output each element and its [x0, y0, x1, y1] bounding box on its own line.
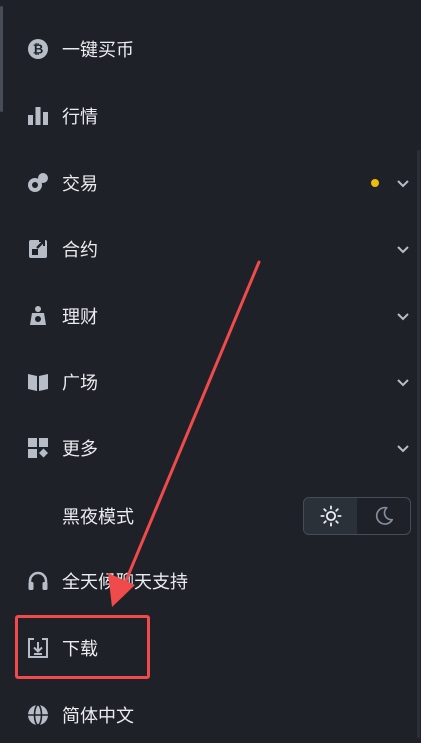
notification-dot	[371, 179, 379, 187]
menu-item-label: 全天候聊天支持	[62, 572, 188, 593]
menu-item-label: 更多	[62, 439, 98, 460]
menu-item-support[interactable]: 全天候聊天支持	[0, 553, 421, 609]
menu-item-language[interactable]: 简体中文	[0, 687, 421, 743]
svg-text:₿: ₿	[33, 43, 44, 58]
menu-item-square[interactable]: 广场	[0, 354, 421, 410]
chevron-down-icon[interactable]	[396, 375, 410, 389]
moon-icon	[375, 506, 393, 525]
light-mode-button[interactable]	[304, 498, 357, 534]
theme-toggle[interactable]	[303, 497, 411, 535]
globe-icon	[26, 703, 50, 727]
menu-item-label: 下载	[62, 639, 98, 660]
menu-item-earn[interactable]: 理财	[0, 288, 421, 344]
menu-item-label: 一键买币	[62, 40, 134, 61]
menu-item-download[interactable]: 下载	[0, 620, 421, 676]
bitcoin-icon: ₿	[26, 37, 50, 61]
menu-item-more[interactable]: 更多	[0, 420, 421, 476]
menu-item-label: 广场	[62, 373, 98, 394]
side-menu: ₿ 一键买币 行情 交易 合约 理财 广场 更多 黑夜模式 全天候聊天支持 下载…	[0, 0, 421, 738]
grid-icon	[26, 436, 50, 460]
menu-item-label: 行情	[62, 107, 98, 128]
sun-icon	[319, 505, 342, 527]
menu-item-trade[interactable]: 交易	[0, 155, 421, 211]
futures-icon	[26, 237, 50, 261]
menu-item-label: 合约	[62, 240, 98, 261]
headset-icon	[26, 569, 50, 593]
menu-item-label: 理财	[62, 307, 98, 328]
menu-item-markets[interactable]: 行情	[0, 88, 421, 144]
dark-mode-button[interactable]	[357, 498, 410, 534]
menu-item-label: 交易	[62, 174, 98, 195]
chevron-down-icon[interactable]	[396, 242, 410, 256]
download-icon	[26, 636, 50, 660]
menu-item-buy-crypto[interactable]: ₿ 一键买币	[0, 21, 421, 77]
menu-item-label: 简体中文	[62, 706, 134, 727]
bar-chart-icon	[26, 104, 50, 128]
dark-mode-label: 黑夜模式	[62, 507, 134, 528]
earn-icon	[26, 304, 50, 328]
chevron-down-icon[interactable]	[396, 441, 410, 455]
chevron-down-icon[interactable]	[396, 176, 410, 190]
book-icon	[26, 370, 50, 394]
trade-icon	[26, 171, 50, 195]
chevron-down-icon[interactable]	[396, 309, 410, 323]
menu-item-futures[interactable]: 合约	[0, 221, 421, 277]
